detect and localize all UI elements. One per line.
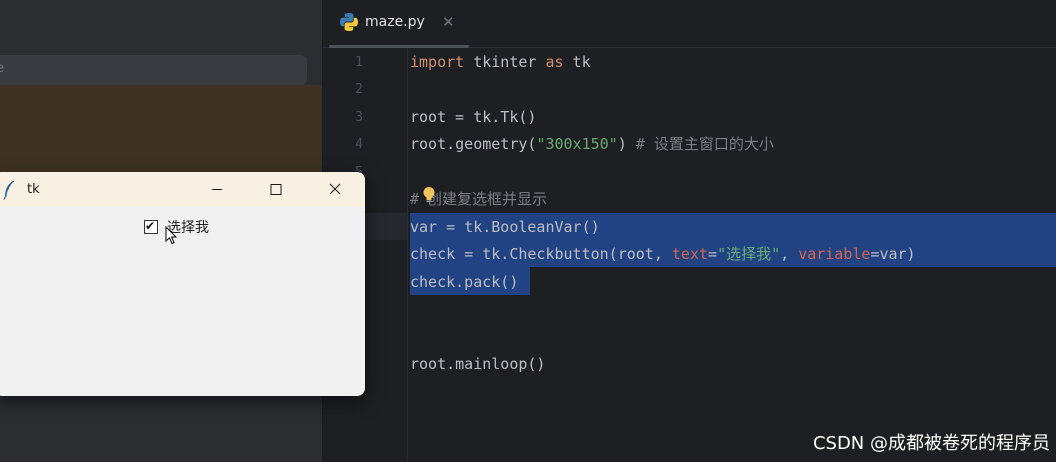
code-line-9[interactable]: check.pack() (410, 269, 518, 296)
code-line-7[interactable]: var = tk.BooleanVar() (410, 214, 600, 241)
close-tab-icon[interactable]: ✕ (442, 13, 455, 31)
checkmark-icon: ✔ (145, 219, 156, 233)
code-line-4[interactable]: root.geometry("300x150") # 设置主窗口的大小 (410, 131, 774, 158)
line-number: 3 (355, 110, 363, 125)
window-title: tk (27, 182, 40, 197)
lightbulb-icon[interactable] (422, 186, 436, 204)
line-number: 2 (355, 82, 363, 97)
tab-maze-py[interactable]: maze.py ✕ (329, 0, 469, 48)
code-line-1[interactable]: import tkinter as tk (410, 49, 591, 76)
minimize-icon[interactable] (199, 172, 235, 207)
selected-row-highlight (0, 85, 322, 177)
code-line-8[interactable]: check = tk.Checkbutton(root, text="选择我",… (410, 241, 916, 268)
code-editor[interactable]: maze.py ✕ 1 2 3 4 5 6 7 8 9 10 11 12 13 … (323, 0, 1056, 462)
close-icon[interactable] (317, 172, 353, 207)
watermark: CSDN @成都被卷死的程序员 (812, 433, 1050, 454)
line-number: 4 (355, 137, 363, 152)
maximize-icon[interactable] (258, 172, 294, 207)
tab-bar: maze.py ✕ (323, 0, 1056, 48)
mouse-pointer-icon (165, 226, 178, 245)
tk-window[interactable]: tk ✔ 选择我 (0, 172, 365, 396)
python-file-icon (340, 13, 358, 31)
search-field[interactable]: e (0, 55, 307, 85)
checkbox-box[interactable]: ✔ (144, 219, 158, 234)
code-line-3[interactable]: root = tk.Tk() (410, 104, 536, 131)
gutter-divider (407, 48, 408, 462)
feather-icon (3, 180, 15, 200)
tab-label: maze.py (365, 14, 425, 30)
search-icon: e (0, 61, 4, 76)
code-line-12[interactable]: root.mainloop() (410, 351, 545, 378)
line-number: 1 (355, 55, 363, 70)
active-tab-indicator (329, 45, 469, 48)
window-titlebar[interactable]: tk (0, 172, 365, 207)
